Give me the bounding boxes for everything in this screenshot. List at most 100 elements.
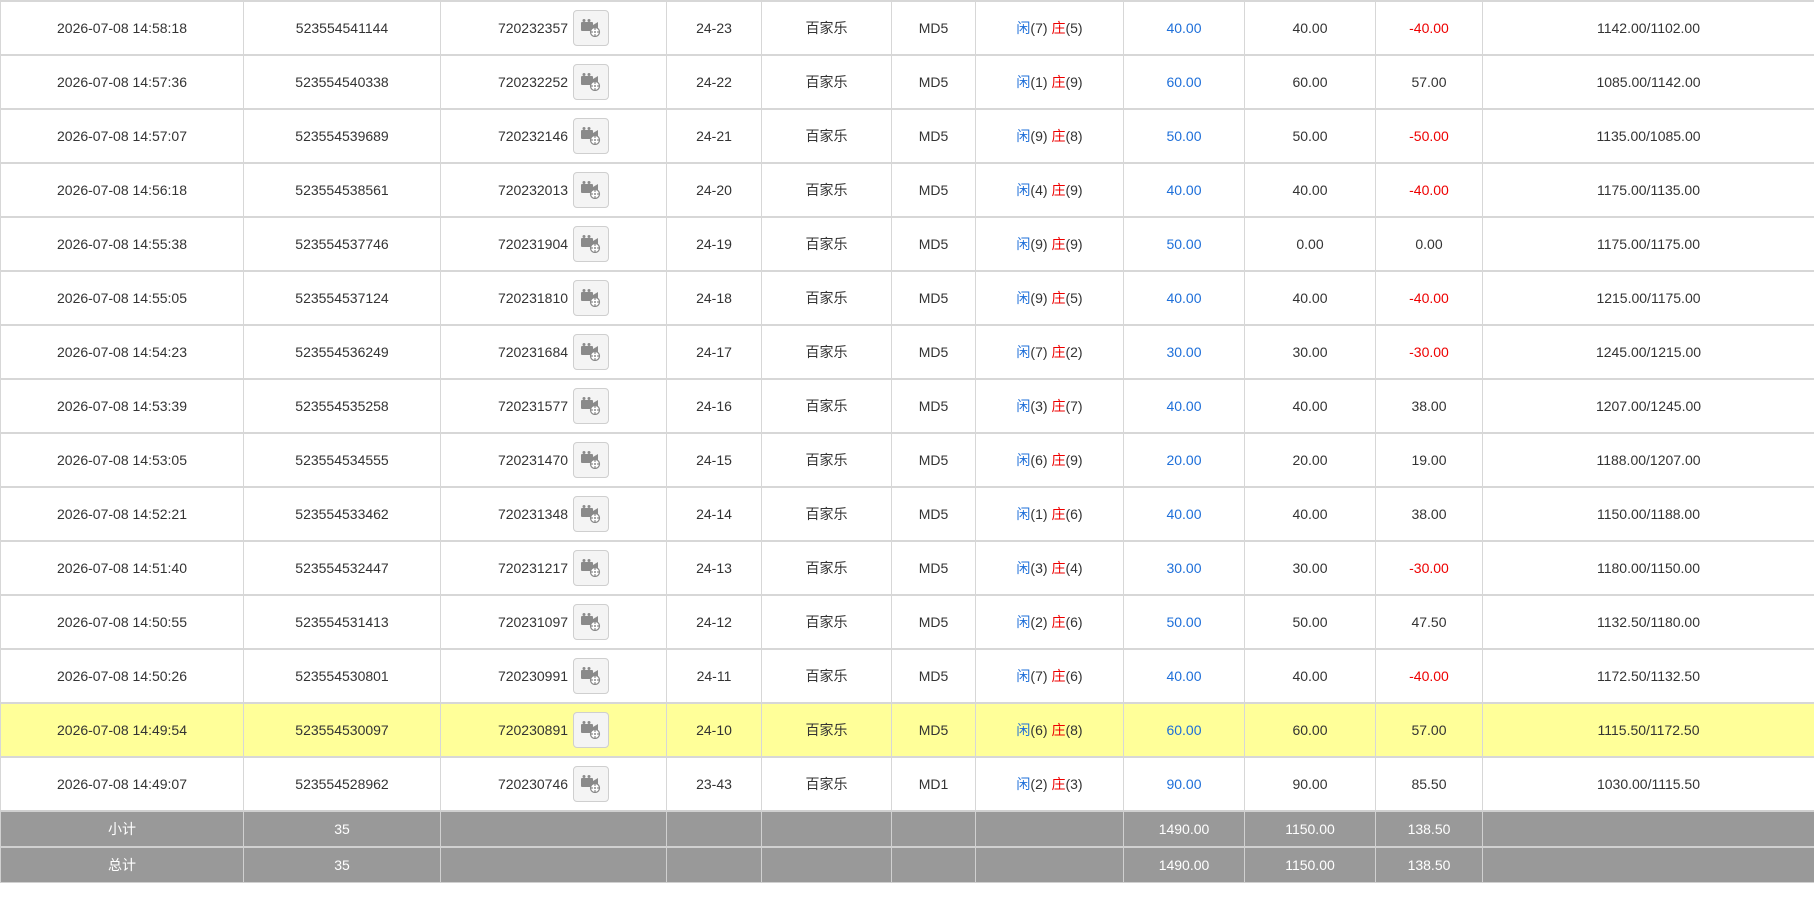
shoe-round: 24-15 <box>666 432 762 488</box>
video-replay-icon[interactable] <box>573 334 610 370</box>
video-replay-icon[interactable] <box>573 442 610 478</box>
player-label: 闲 <box>1016 668 1031 684</box>
total-valid-bet: 1150.00 <box>1244 846 1376 883</box>
round-id-cell: 720231097 <box>440 594 667 650</box>
total-empty-cell <box>891 846 976 883</box>
bet-id: 523554528962 <box>243 756 441 812</box>
game-type: 百家乐 <box>761 54 892 110</box>
round-id: 720232013 <box>497 182 569 198</box>
player-label: 闲 <box>1016 290 1031 306</box>
bet-amount: 40.00 <box>1123 486 1245 542</box>
player-label: 闲 <box>1016 614 1031 630</box>
round-id: 720231810 <box>497 290 569 306</box>
valid-bet: 90.00 <box>1244 756 1376 812</box>
banker-label: 庄 <box>1051 506 1066 522</box>
video-replay-icon[interactable] <box>573 64 610 100</box>
video-replay-icon[interactable] <box>573 766 610 802</box>
balance-change: 1150.00/1188.00 <box>1482 486 1814 542</box>
player-label: 闲 <box>1016 344 1031 360</box>
valid-bet: 60.00 <box>1244 54 1376 110</box>
table-row: 2026-07-08 14:54:23 523554536249 7202316… <box>0 324 1814 380</box>
subtotal-bet-amount: 1490.00 <box>1123 810 1245 848</box>
result-cell: 闲(3) 庄(7) <box>975 378 1124 434</box>
valid-bet: 40.00 <box>1244 648 1376 704</box>
game-type: 百家乐 <box>761 594 892 650</box>
bet-id: 523554538561 <box>243 162 441 218</box>
round-id: 720231577 <box>497 398 569 414</box>
video-replay-icon[interactable] <box>573 550 610 586</box>
valid-bet: 30.00 <box>1244 324 1376 380</box>
subtotal-win-loss: 138.50 <box>1375 810 1483 848</box>
table-row: 2026-07-08 14:53:39 523554535258 7202315… <box>0 378 1814 434</box>
video-replay-icon[interactable] <box>573 10 610 46</box>
table-code: MD5 <box>891 594 976 650</box>
valid-bet: 40.00 <box>1244 378 1376 434</box>
bet-amount: 50.00 <box>1123 216 1245 272</box>
shoe-round: 24-17 <box>666 324 762 380</box>
win-loss: -30.00 <box>1375 540 1483 596</box>
table-row: 2026-07-08 14:51:40 523554532447 7202312… <box>0 540 1814 596</box>
banker-points: (6) <box>1065 506 1083 522</box>
player-points: (3) <box>1030 398 1048 414</box>
banker-label: 庄 <box>1051 74 1066 90</box>
banker-points: (9) <box>1065 182 1083 198</box>
shoe-round: 23-43 <box>666 756 762 812</box>
video-replay-icon[interactable] <box>573 658 610 694</box>
player-points: (9) <box>1030 236 1048 252</box>
banker-label: 庄 <box>1051 452 1066 468</box>
game-type: 百家乐 <box>761 216 892 272</box>
video-replay-icon[interactable] <box>573 118 610 154</box>
result-cell: 闲(9) 庄(9) <box>975 216 1124 272</box>
table-code: MD5 <box>891 432 976 488</box>
table-code: MD5 <box>891 216 976 272</box>
valid-bet: 40.00 <box>1244 486 1376 542</box>
banker-points: (5) <box>1065 290 1083 306</box>
video-replay-icon[interactable] <box>573 496 610 532</box>
banker-label: 庄 <box>1051 668 1066 684</box>
bet-time: 2026-07-08 14:55:05 <box>0 270 244 326</box>
video-replay-icon[interactable] <box>573 712 610 748</box>
player-label: 闲 <box>1016 560 1031 576</box>
shoe-round: 24-12 <box>666 594 762 650</box>
valid-bet: 60.00 <box>1244 702 1376 758</box>
table-row: 2026-07-08 14:49:07 523554528962 7202307… <box>0 756 1814 812</box>
round-id-cell: 720230746 <box>440 756 667 812</box>
round-id-cell: 720231577 <box>440 378 667 434</box>
video-replay-icon[interactable] <box>573 604 610 640</box>
valid-bet: 40.00 <box>1244 0 1376 56</box>
result-cell: 闲(2) 庄(3) <box>975 756 1124 812</box>
result-cell: 闲(4) 庄(9) <box>975 162 1124 218</box>
player-points: (2) <box>1030 776 1048 792</box>
table-code: MD1 <box>891 756 976 812</box>
game-type: 百家乐 <box>761 324 892 380</box>
bet-id: 523554530097 <box>243 702 441 758</box>
total-bet-amount: 1490.00 <box>1123 846 1245 883</box>
total-empty-cell <box>761 846 892 883</box>
banker-label: 庄 <box>1051 398 1066 414</box>
balance-change: 1132.50/1180.00 <box>1482 594 1814 650</box>
result-cell: 闲(1) 庄(9) <box>975 54 1124 110</box>
round-id-cell: 720231217 <box>440 540 667 596</box>
bet-time: 2026-07-08 14:49:54 <box>0 702 244 758</box>
bet-time: 2026-07-08 14:53:05 <box>0 432 244 488</box>
game-type: 百家乐 <box>761 648 892 704</box>
player-points: (4) <box>1030 182 1048 198</box>
player-label: 闲 <box>1016 20 1031 36</box>
video-replay-icon[interactable] <box>573 172 610 208</box>
video-replay-icon[interactable] <box>573 226 610 262</box>
valid-bet: 50.00 <box>1244 108 1376 164</box>
valid-bet: 40.00 <box>1244 162 1376 218</box>
player-points: (7) <box>1030 20 1048 36</box>
table-row: 2026-07-08 14:53:05 523554534555 7202314… <box>0 432 1814 488</box>
game-type: 百家乐 <box>761 162 892 218</box>
valid-bet: 20.00 <box>1244 432 1376 488</box>
video-replay-icon[interactable] <box>573 280 610 316</box>
bet-id: 523554532447 <box>243 540 441 596</box>
banker-points: (9) <box>1065 74 1083 90</box>
subtotal-empty-cell <box>1482 810 1814 848</box>
banker-points: (6) <box>1065 614 1083 630</box>
round-id: 720231217 <box>497 560 569 576</box>
table-row: 2026-07-08 14:57:36 523554540338 7202322… <box>0 54 1814 110</box>
win-loss: 38.00 <box>1375 486 1483 542</box>
video-replay-icon[interactable] <box>573 388 610 424</box>
